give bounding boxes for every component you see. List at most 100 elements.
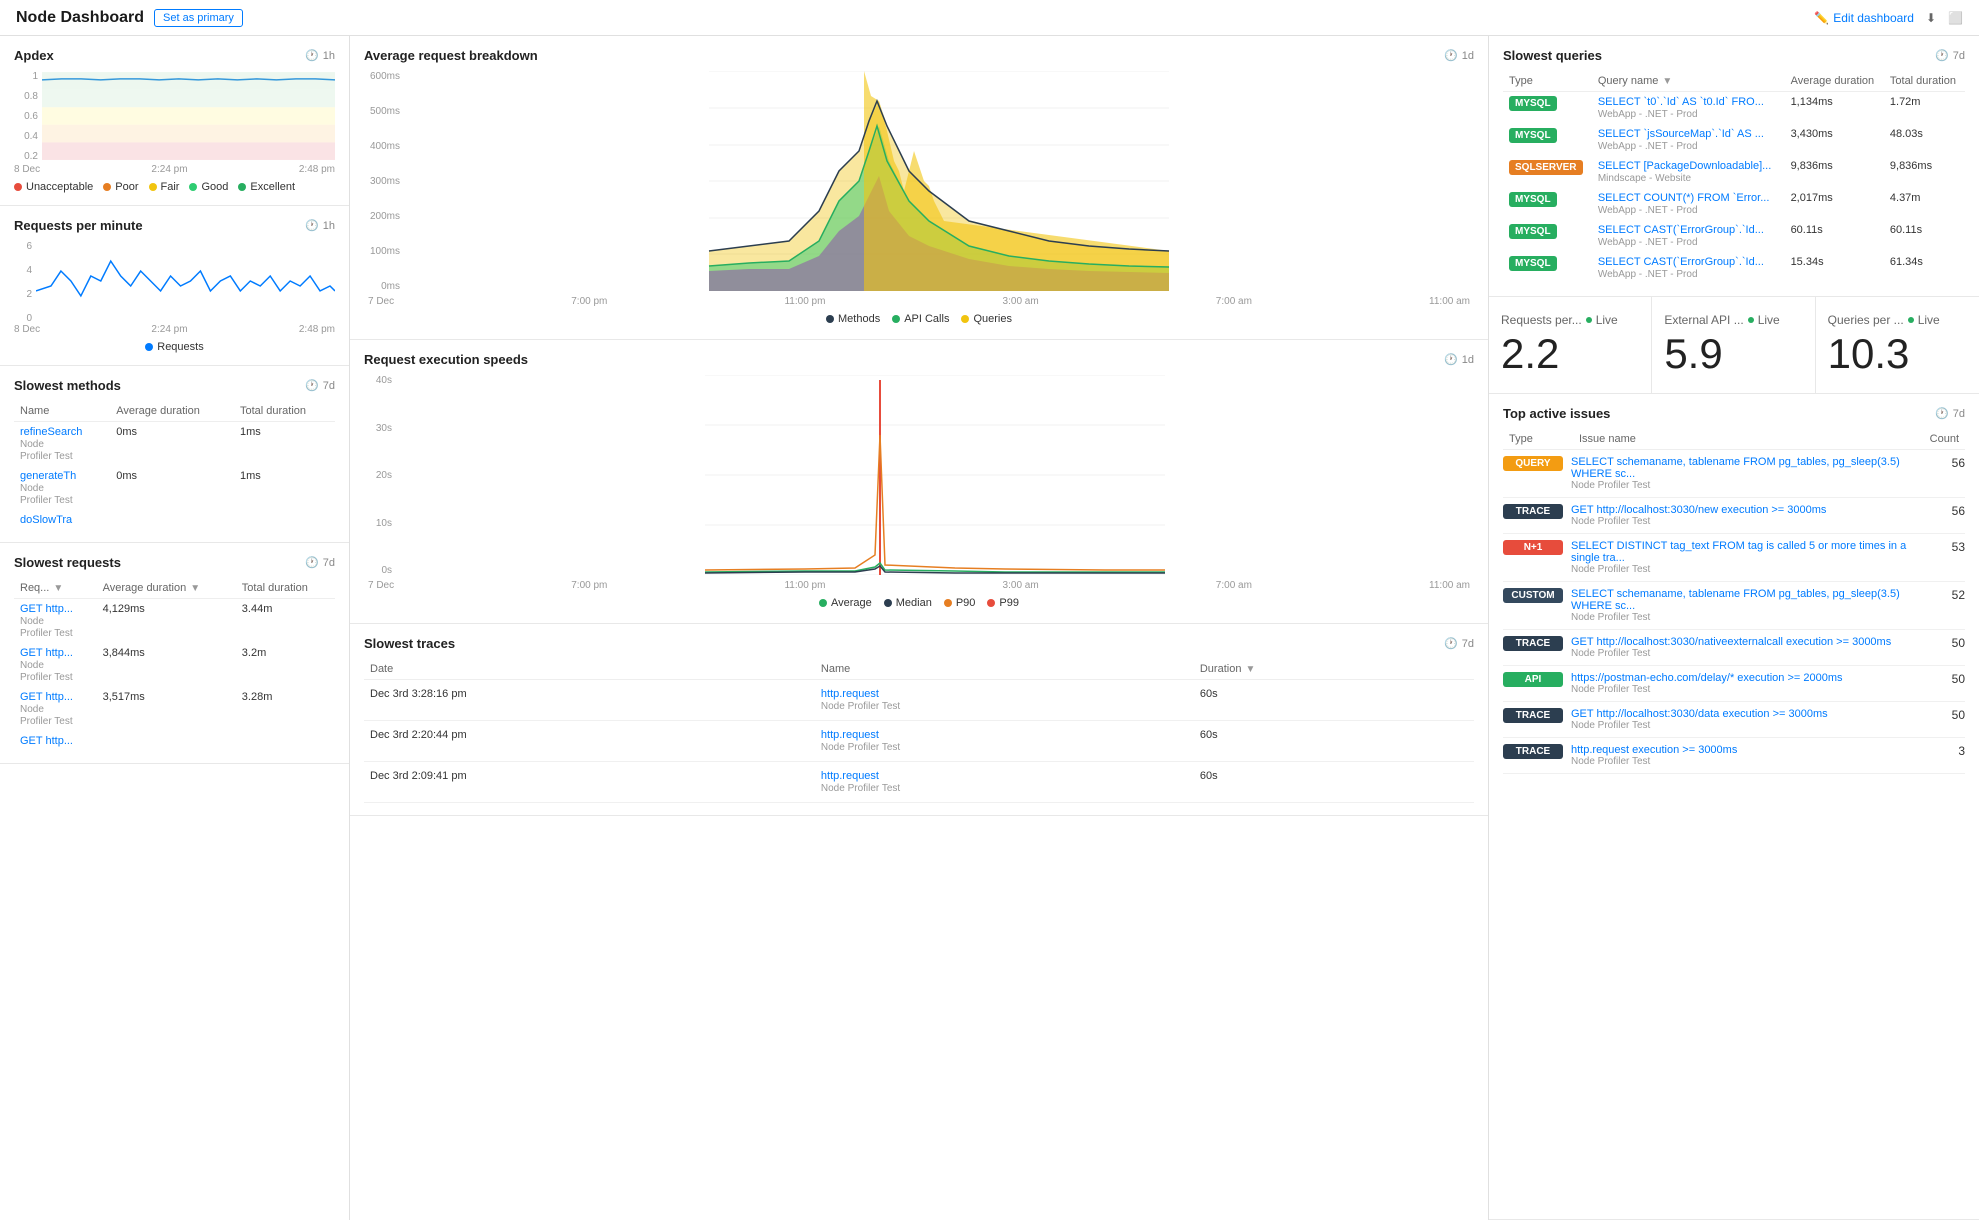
trace-name-2[interactable]: http.request bbox=[821, 729, 879, 741]
issue-row-3: N+1 SELECT DISTINCT tag_text FROM tag is… bbox=[1503, 534, 1965, 582]
issue-count-5: 50 bbox=[1941, 636, 1965, 650]
legend-unacceptable: Unacceptable bbox=[14, 181, 93, 193]
trace-name-3[interactable]: http.request bbox=[821, 770, 879, 782]
query-row-2: MYSQL SELECT `jsSourceMap`.`Id` AS ...We… bbox=[1503, 124, 1965, 156]
req-total-2: 3.2m bbox=[236, 643, 335, 687]
rpm-panel: Requests per minute 🕐 1h 6 4 2 0 bbox=[0, 206, 349, 366]
query-sub-2: WebApp - .NET - Prod bbox=[1598, 141, 1698, 152]
issue-count-6: 50 bbox=[1941, 672, 1965, 686]
trace-name-1[interactable]: http.request bbox=[821, 688, 879, 700]
legend-fair: Fair bbox=[149, 181, 180, 193]
issue-sub-6: Node Profiler Test bbox=[1571, 684, 1933, 695]
issue-name-5[interactable]: GET http://localhost:3030/nativeexternal… bbox=[1571, 636, 1933, 648]
query-name-6[interactable]: SELECT CAST(`ErrorGroup`.`Id... bbox=[1598, 256, 1764, 268]
query-avg-5: 60.11s bbox=[1785, 220, 1884, 252]
requests-clock-icon: 🕐 bbox=[305, 556, 319, 569]
traces-clock-icon: 🕐 bbox=[1444, 637, 1458, 650]
method-name-1[interactable]: refineSearch bbox=[20, 426, 82, 438]
execution-clock-icon: 🕐 bbox=[1444, 353, 1458, 366]
slowest-traces-time: 🕐 7d bbox=[1444, 637, 1474, 650]
queries-per-title: Queries per ... Live bbox=[1828, 313, 1967, 327]
query-badge-1: MYSQL bbox=[1509, 96, 1557, 111]
issue-count-7: 50 bbox=[1941, 708, 1965, 722]
set-primary-button[interactable]: Set as primary bbox=[154, 9, 243, 27]
expand-icon[interactable]: ⬜ bbox=[1948, 11, 1963, 25]
breakdown-y-labels: 600ms 500ms 400ms 300ms 200ms 100ms 0ms bbox=[364, 71, 400, 294]
issue-name-6[interactable]: https://postman-echo.com/delay/* executi… bbox=[1571, 672, 1933, 684]
q-col-type: Type bbox=[1503, 71, 1592, 92]
req-name-3[interactable]: GET http... bbox=[20, 691, 73, 703]
query-name-5[interactable]: SELECT CAST(`ErrorGroup`.`Id... bbox=[1598, 224, 1764, 236]
slowest-queries-title: Slowest queries bbox=[1503, 48, 1602, 63]
sort-icon[interactable]: ▼ bbox=[53, 583, 63, 594]
slowest-traces-header: Slowest traces 🕐 7d bbox=[364, 636, 1474, 651]
execution-svg bbox=[396, 375, 1474, 575]
apdex-chart bbox=[42, 71, 335, 164]
req-name-2[interactable]: GET http... bbox=[20, 647, 73, 659]
page-title: Node Dashboard bbox=[16, 9, 144, 27]
slowest-traces-table: Date Name Duration ▼ Dec 3rd 3:28:16 pm … bbox=[364, 659, 1474, 803]
col-total-dur: Total duration bbox=[234, 401, 335, 422]
issue-name-7[interactable]: GET http://localhost:3030/data execution… bbox=[1571, 708, 1933, 720]
trace-col-name: Name bbox=[815, 659, 1194, 680]
left-column: Apdex 🕐 1h 1 0.8 0.6 0.4 0.2 bbox=[0, 36, 350, 1220]
queries-legend: Queries bbox=[961, 313, 1012, 325]
execution-x-labels: 7 Dec 7:00 pm 11:00 pm 3:00 am 7:00 am 1… bbox=[364, 580, 1474, 591]
duration-sort-icon[interactable]: ▼ bbox=[1245, 664, 1255, 675]
query-avg-4: 2,017ms bbox=[1785, 188, 1884, 220]
method-row-3: doSlowTra bbox=[14, 510, 335, 530]
rpm-time: 🕐 1h bbox=[305, 219, 335, 232]
query-avg-2: 3,430ms bbox=[1785, 124, 1884, 156]
query-name-2[interactable]: SELECT `jsSourceMap`.`Id` AS ... bbox=[1598, 128, 1764, 140]
req-row-1: GET http...NodeProfiler Test 4,129ms 3.4… bbox=[14, 599, 335, 644]
execution-speeds-panel: Request execution speeds 🕐 1d 40s 30s 20… bbox=[350, 340, 1488, 624]
issue-badge-4: CUSTOM bbox=[1503, 588, 1563, 603]
avg-breakdown-title: Average request breakdown bbox=[364, 48, 538, 63]
slowest-methods-time: 🕐 7d bbox=[305, 379, 335, 392]
req-name-4[interactable]: GET http... bbox=[20, 735, 73, 747]
query-name-1[interactable]: SELECT `t0`.`Id` AS `t0.Id` FRO... bbox=[1598, 96, 1764, 108]
avg-breakdown-chart-area: 600ms 500ms 400ms 300ms 200ms 100ms 0ms bbox=[364, 71, 1474, 294]
slowest-methods-panel: Slowest methods 🕐 7d Name Average durati… bbox=[0, 366, 349, 543]
median-dot bbox=[884, 599, 892, 607]
external-api-live-dot bbox=[1748, 317, 1754, 323]
avg-sort-icon[interactable]: ▼ bbox=[190, 583, 200, 594]
header-left: Node Dashboard Set as primary bbox=[16, 9, 243, 27]
method-name-2[interactable]: generateTh bbox=[20, 470, 76, 482]
query-total-1: 1.72m bbox=[1884, 92, 1965, 125]
issues-type-header: Type bbox=[1509, 433, 1579, 445]
excellent-dot bbox=[238, 183, 246, 191]
issue-name-3[interactable]: SELECT DISTINCT tag_text FROM tag is cal… bbox=[1571, 540, 1933, 564]
issue-row-5: TRACE GET http://localhost:3030/nativeex… bbox=[1503, 630, 1965, 666]
issue-name-4[interactable]: SELECT schemaname, tablename FROM pg_tab… bbox=[1571, 588, 1933, 612]
query-name-3[interactable]: SELECT [PackageDownloadable]... bbox=[1598, 160, 1771, 172]
method-avg-3 bbox=[110, 510, 234, 530]
method-name-3[interactable]: doSlowTra bbox=[20, 514, 72, 526]
req-total-4 bbox=[236, 731, 335, 751]
main-grid: Apdex 🕐 1h 1 0.8 0.6 0.4 0.2 bbox=[0, 36, 1979, 1220]
execution-chart bbox=[396, 375, 1474, 578]
header-right: ✏️ Edit dashboard ⬇ ⬜ bbox=[1814, 11, 1963, 25]
issue-content-1: SELECT schemaname, tablename FROM pg_tab… bbox=[1571, 456, 1933, 491]
edit-dashboard-button[interactable]: ✏️ Edit dashboard bbox=[1814, 11, 1914, 25]
avg-breakdown-panel: Average request breakdown 🕐 1d 600ms 500… bbox=[350, 36, 1488, 340]
issue-name-1[interactable]: SELECT schemaname, tablename FROM pg_tab… bbox=[1571, 456, 1933, 480]
query-row-5: MYSQL SELECT CAST(`ErrorGroup`.`Id...Web… bbox=[1503, 220, 1965, 252]
issue-badge-2: TRACE bbox=[1503, 504, 1563, 519]
req-name-1[interactable]: GET http... bbox=[20, 603, 73, 615]
issue-sub-7: Node Profiler Test bbox=[1571, 720, 1933, 731]
trace-row-2: Dec 3rd 2:20:44 pm http.requestNode Prof… bbox=[364, 721, 1474, 762]
query-name-4[interactable]: SELECT COUNT(*) FROM `Error... bbox=[1598, 192, 1770, 204]
legend-poor: Poor bbox=[103, 181, 138, 193]
query-row-4: MYSQL SELECT COUNT(*) FROM `Error...WebA… bbox=[1503, 188, 1965, 220]
rpm-chart bbox=[36, 241, 335, 324]
issue-name-2[interactable]: GET http://localhost:3030/new execution … bbox=[1571, 504, 1933, 516]
rpm-clock-icon: 🕐 bbox=[305, 219, 319, 232]
issue-name-8[interactable]: http.request execution >= 3000ms bbox=[1571, 744, 1933, 756]
download-icon[interactable]: ⬇ bbox=[1926, 11, 1936, 25]
breakdown-clock-icon: 🕐 bbox=[1444, 49, 1458, 62]
issue-content-7: GET http://localhost:3030/data execution… bbox=[1571, 708, 1933, 731]
slowest-methods-title: Slowest methods bbox=[14, 378, 121, 393]
query-sub-4: WebApp - .NET - Prod bbox=[1598, 205, 1698, 216]
qname-sort-icon[interactable]: ▼ bbox=[1662, 76, 1672, 87]
